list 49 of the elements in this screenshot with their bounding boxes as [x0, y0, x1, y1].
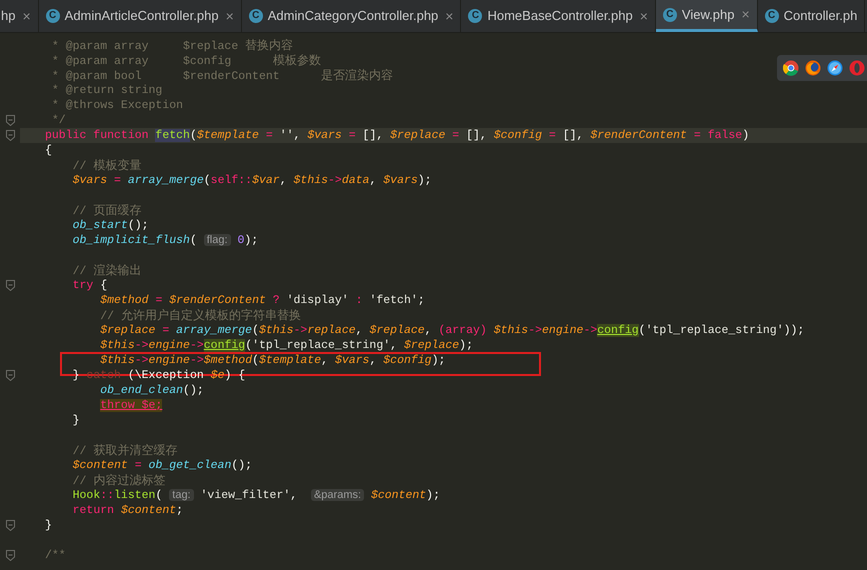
editor-tab[interactable]: hp × — [0, 0, 39, 32]
editor-tab[interactable]: C View.php × — [656, 0, 758, 32]
code-line: // 渲染输出 — [72, 265, 142, 278]
code-line: // 页面缓存 — [72, 205, 142, 218]
php-class-icon: C — [46, 9, 60, 23]
code-line: * @throws Exception — [50, 99, 184, 112]
code-line: // 内容过滤标签 — [72, 475, 166, 488]
code-line: $this->engine->config('tpl_replace_string', $replace); — [99, 339, 473, 352]
editor-tab[interactable]: C AdminCategoryController.php × — [242, 0, 462, 32]
code-line: { — [45, 144, 52, 157]
code-line: // 允许用户自定义模板的字符串替换 — [99, 310, 301, 323]
code-line: */ — [50, 114, 66, 127]
code-line: $content = ob_get_clean(); — [72, 459, 252, 472]
fold-marker-icon[interactable] — [6, 115, 14, 126]
php-class-icon: C — [662, 8, 677, 22]
code-line: return $content; — [72, 504, 184, 517]
compass-icon[interactable] — [827, 60, 843, 76]
code-line: $method = $renderContent ? 'display' : 'fetch'; — [99, 294, 425, 307]
php-class-icon: C — [468, 9, 482, 23]
php-class-icon: C — [248, 9, 263, 23]
fold-marker-icon[interactable] — [6, 520, 14, 531]
editor-tab[interactable]: C HomeBaseController.php × — [461, 0, 656, 32]
code-line: // 获取并清空缓存 — [72, 445, 178, 458]
code-line: $replace = array_merge($this->replace, $replace, (array) $this->engine->config('tpl_replace_string')); — [99, 324, 804, 337]
code-line: * @param bool $renderContent 是否渲染内容 — [50, 70, 394, 83]
fold-marker-icon[interactable] — [6, 130, 14, 141]
browser-icon[interactable] — [783, 60, 799, 76]
code-line: * @param array $config 模板参数 — [50, 55, 321, 68]
code-line: Hook::listen( tag: 'view_filter', &params: $content); — [72, 489, 440, 502]
code-line: * @param array $replace 替换内容 — [50, 40, 294, 53]
browser-icon[interactable] — [805, 60, 821, 76]
code-line: $this->engine->$method($template, $vars, $config); — [99, 354, 446, 367]
code-line: try { — [72, 279, 108, 292]
editor-tab[interactable]: C AdminArticleController.php × — [38, 0, 242, 32]
code-line: } — [72, 414, 80, 427]
code-line: /** — [45, 549, 66, 562]
code-line: $vars = array_merge(self::$var, $this->data, $vars); — [72, 174, 432, 187]
code-line: } — [45, 519, 52, 532]
fold-marker-icon[interactable] — [6, 280, 14, 291]
code-line: // 模板变量 — [72, 160, 142, 173]
editor-tab[interactable]: C Controller.ph — [758, 0, 866, 32]
fold-marker-icon[interactable] — [6, 550, 14, 561]
code-line: public function fetch($template = '', $vars = [], $replace = [], $config = [], $renderContent = false) — [45, 129, 750, 142]
code-line: ob_end_clean(); — [99, 384, 204, 397]
php-class-icon: C — [764, 9, 779, 23]
code-line: ob_start(); — [72, 219, 149, 232]
fold-marker-icon[interactable] — [6, 370, 14, 381]
code-line: ob_implicit_flush( flag: 0); — [72, 234, 258, 247]
code-line: * @return string — [50, 84, 162, 97]
